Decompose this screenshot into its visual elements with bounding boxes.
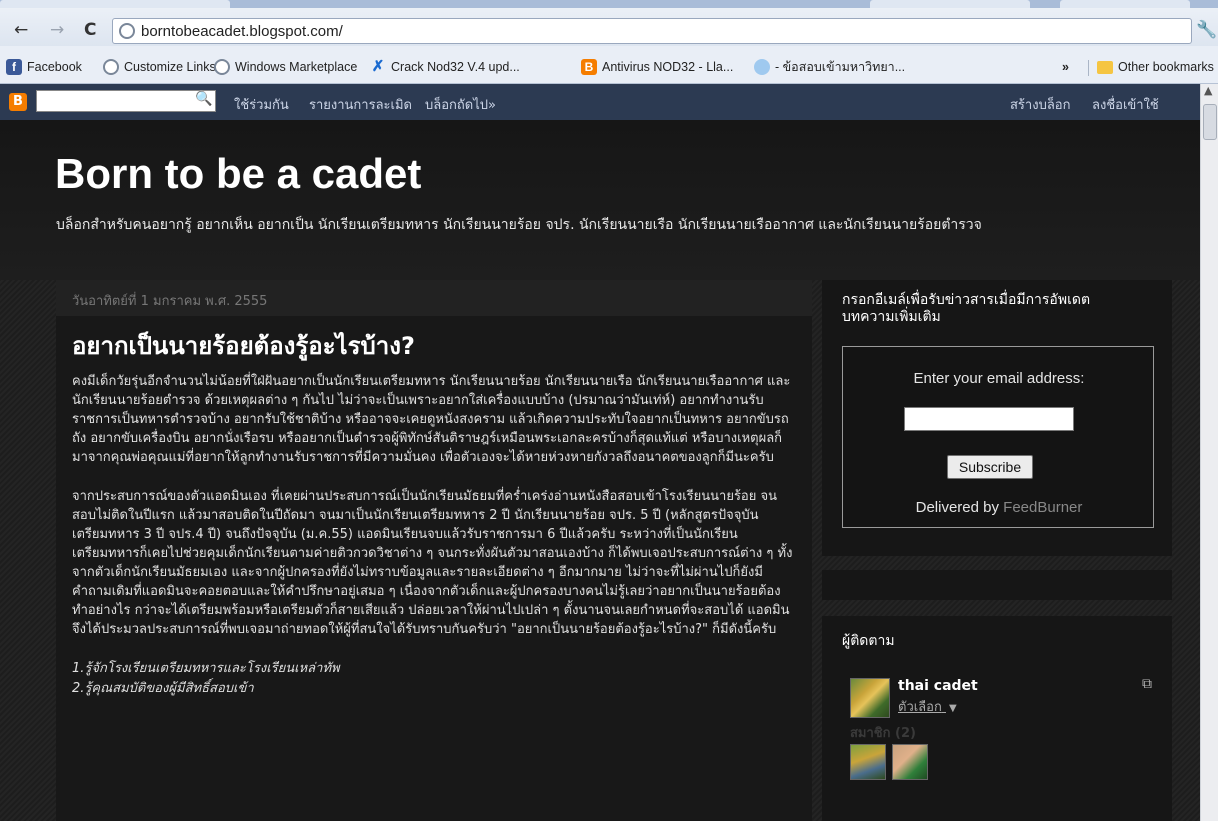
blog-post: วันอาทิตย์ที่ 1 มกราคม พ.ศ. 2555 อยากเป็…: [56, 280, 812, 821]
follower-options-label: ตัวเลือก: [898, 700, 942, 715]
x-icon: ✗: [371, 58, 385, 75]
bookmarks-overflow-chevron[interactable]: »: [1062, 58, 1069, 76]
follower-options[interactable]: ตัวเลือก ▼: [898, 696, 957, 717]
report-abuse-link[interactable]: รายงานการละเมิด: [309, 94, 412, 115]
subscribe-widget-title: กรอกอีเมล์เพื่อรับข่าวสารเมื่อมีการอัพเด…: [842, 292, 1091, 325]
email-input[interactable]: [904, 407, 1074, 431]
blogger-icon: B: [581, 59, 597, 75]
member-avatar[interactable]: [892, 744, 928, 780]
page-icon: [119, 23, 135, 39]
folder-icon: [1097, 60, 1113, 74]
delivered-by-label: Delivered by: [915, 499, 999, 516]
bookmark-label: Customize Links: [124, 60, 216, 74]
bookmark-label: - ข้อสอบเข้ามหาวิทยา...: [775, 60, 906, 74]
email-label: Enter your email address:: [913, 370, 1085, 387]
globe-icon: [214, 59, 230, 75]
eye-icon: [754, 59, 770, 75]
post-list: 1.รู้จักโรงเรียนเตรียมทหารและโรงเรียนเหล…: [72, 659, 796, 699]
next-blog-link[interactable]: บล็อกถัดไป»: [425, 94, 496, 115]
post-date: วันอาทิตย์ที่ 1 มกราคม พ.ศ. 2555: [56, 280, 812, 316]
members-count: สมาชิก (2): [850, 726, 916, 741]
post-title[interactable]: อยากเป็นนายร้อยต้องรู้อะไรบ้าง?: [72, 326, 415, 365]
subscribe-widget: กรอกอีเมล์เพื่อรับข่าวสารเมื่อมีการอัพเด…: [822, 280, 1172, 556]
bookmark-label: Antivirus NOD32 - Lla...: [602, 60, 734, 74]
scroll-up-icon[interactable]: ▲: [1204, 84, 1212, 97]
back-button[interactable]: ←: [14, 20, 28, 40]
forward-button[interactable]: →: [50, 20, 64, 40]
bookmark-facebook[interactable]: f Facebook: [6, 58, 82, 76]
bookmark-antivirus-nod32[interactable]: B Antivirus NOD32 - Lla...: [581, 58, 733, 76]
subscribe-button[interactable]: Subscribe: [947, 455, 1033, 479]
vertical-scrollbar[interactable]: ▲: [1200, 84, 1218, 821]
blogger-navbar: B 🔍 ใช้ร่วมกัน รายงานการละเมิด บล็อกถัดไ…: [0, 84, 1200, 120]
browser-toolbar: ← → C borntobeacadet.blogspot.com/ 🔧: [0, 0, 1218, 46]
feedburner-box: Enter your email address: Subscribe Deli…: [842, 346, 1154, 528]
blogger-logo-icon[interactable]: B: [9, 93, 27, 111]
reload-button[interactable]: C: [84, 20, 96, 40]
address-bar[interactable]: borntobeacadet.blogspot.com/: [112, 18, 1192, 44]
blog-search-input[interactable]: [36, 90, 216, 112]
scroll-thumb[interactable]: [1203, 104, 1217, 140]
blog-header: Born to be a cadet บล็อกสำหรับคนอยากรู้ …: [0, 120, 1200, 280]
bookmarks-bar: f Facebook Customize Links Windows Marke…: [0, 46, 1218, 84]
list-item: 1.รู้จักโรงเรียนเตรียมทหารและโรงเรียนเหล…: [72, 661, 340, 676]
bookmark-label: Crack Nod32 V.4 upd...: [391, 60, 520, 74]
sign-in-link[interactable]: ลงชื่อเข้าใช้: [1092, 94, 1159, 115]
bookmark-crack-nod32[interactable]: ✗ Crack Nod32 V.4 upd...: [370, 58, 520, 76]
search-icon[interactable]: 🔍: [195, 91, 212, 107]
post-paragraph: จากประสบการณ์ของตัวแอดมินเอง ที่เคยผ่านป…: [72, 489, 793, 637]
blog-page: Born to be a cadet บล็อกสำหรับคนอยากรู้ …: [0, 120, 1200, 821]
other-bookmarks-label: Other bookmarks: [1118, 60, 1214, 74]
bookmark-exam[interactable]: - ข้อสอบเข้ามหาวิทยา...: [754, 58, 905, 76]
facebook-icon: f: [6, 59, 22, 75]
wrench-icon[interactable]: 🔧: [1196, 20, 1217, 40]
create-blog-link[interactable]: สร้างบล็อก: [1010, 94, 1070, 115]
share-link[interactable]: ใช้ร่วมกัน: [234, 94, 289, 115]
post-body: คงมีเด็กวัยรุ่นอีกจำนวนไม่น้อยที่ใฝ่ฝันอ…: [72, 372, 796, 699]
blog-title[interactable]: Born to be a cadet: [55, 150, 421, 198]
empty-widget: [822, 570, 1172, 600]
follower-name[interactable]: thai cadet: [898, 678, 978, 694]
delivered-by: Delivered by FeedBurner: [843, 499, 1155, 516]
popout-icon[interactable]: ⧉: [1142, 676, 1152, 692]
member-avatar[interactable]: [850, 744, 886, 780]
tab-strip: [0, 0, 1218, 8]
chevron-down-icon: ▼: [948, 703, 957, 714]
follower-avatar[interactable]: [850, 678, 890, 718]
bookmarks-separator: [1088, 60, 1089, 76]
bookmark-customize-links[interactable]: Customize Links: [103, 58, 216, 76]
url-text: borntobeacadet.blogspot.com/: [141, 23, 343, 40]
other-bookmarks[interactable]: Other bookmarks: [1097, 58, 1214, 76]
post-paragraph: คงมีเด็กวัยรุ่นอีกจำนวนไม่น้อยที่ใฝ่ฝันอ…: [72, 374, 791, 465]
bookmark-label: Facebook: [27, 60, 82, 74]
bookmark-label: Windows Marketplace: [235, 60, 358, 74]
globe-icon: [103, 59, 119, 75]
feedburner-link[interactable]: FeedBurner: [1003, 499, 1082, 516]
followers-widget-title: ผู้ติดตาม: [842, 633, 895, 649]
followers-widget: ผู้ติดตาม thai cadet ตัวเลือก ▼ ⧉ สมาชิก…: [822, 616, 1172, 821]
blog-description: บล็อกสำหรับคนอยากรู้ อยากเห็น อยากเป็น น…: [56, 217, 982, 233]
bookmark-windows-marketplace[interactable]: Windows Marketplace: [214, 58, 357, 76]
list-item: 2.รู้คุณสมบัติของผู้มีสิทธิ์สอบเข้า: [72, 681, 254, 696]
